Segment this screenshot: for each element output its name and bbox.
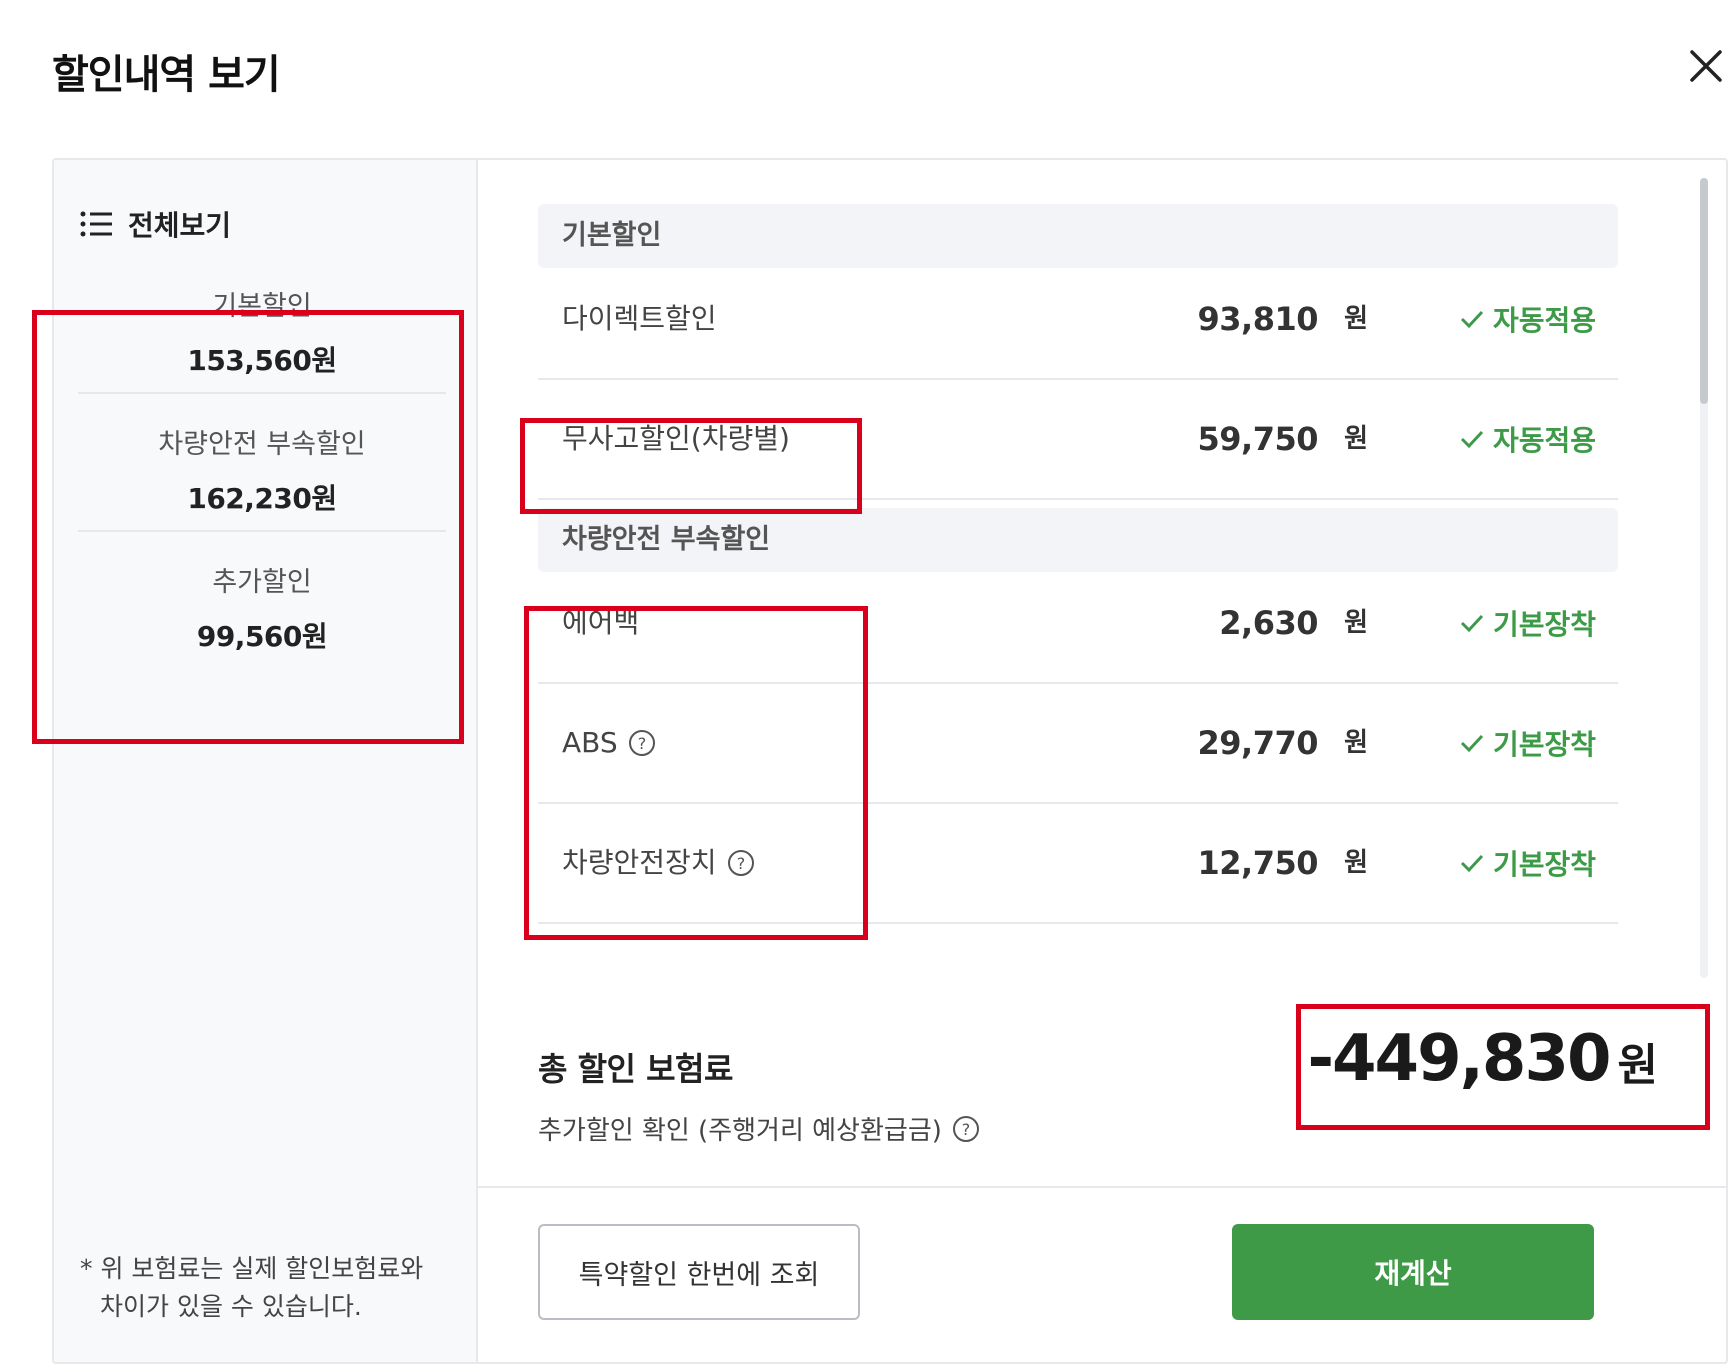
row-unit: 원 (1344, 608, 1368, 638)
row-name: 에어백 (562, 606, 640, 639)
check-icon (1460, 430, 1484, 449)
summary-safety-discount[interactable]: 차량안전 부속할인 162,230원 (78, 422, 446, 517)
total-value: -449,830 원 (1307, 1022, 1658, 1096)
recalculate-button[interactable]: 재계산 (1232, 1224, 1594, 1320)
summary-value: 153,560원 (187, 344, 337, 377)
svg-text:?: ? (736, 854, 745, 873)
status-badge: 기본장착 (1459, 684, 1596, 802)
svg-text:?: ? (637, 734, 646, 753)
section-basic-discount: 기본할인 (538, 204, 1618, 268)
view-all-label: 전체보기 (128, 209, 232, 242)
status-label: 기본장착 (1492, 848, 1596, 881)
row-name: 무사고할인(차량별) (562, 422, 790, 455)
row-name-text: ABS (562, 726, 618, 759)
summary-label: 기본할인 (212, 291, 312, 322)
row-amount: 12,750 (1197, 844, 1319, 882)
check-icon (1460, 854, 1484, 873)
row-amount: 2,630 (1219, 604, 1318, 642)
help-icon[interactable]: ? (628, 729, 656, 757)
check-icon (1460, 734, 1484, 753)
summary-value: 99,560원 (196, 620, 328, 653)
row-unit: 원 (1344, 728, 1368, 758)
status-label: 기본장착 (1492, 608, 1596, 641)
table-row: 무사고할인(차량별) 59,750 원 자동적용 (538, 380, 1618, 500)
close-icon[interactable] (1686, 46, 1726, 86)
row-unit: 원 (1344, 424, 1368, 454)
table-row: 차량안전장치 ? 12,750 원 기본장착 (538, 804, 1618, 924)
total-amount: -449,830 (1307, 1022, 1611, 1096)
note-line: 차이가 있을 수 있습니다. (100, 1292, 362, 1321)
summary-value: 162,230원 (187, 482, 337, 515)
status-badge: 기본장착 (1459, 564, 1596, 682)
extra-check-label: 추가할인 확인 (주행거리 예상환급금) (538, 1116, 942, 1146)
row-name: 차량안전장치 ? (562, 804, 755, 922)
row-unit: 원 (1344, 848, 1368, 878)
total-unit: 원 (1617, 1040, 1658, 1091)
disclaimer-note: * 위 보험료는 실제 할인보험료와 차이가 있을 수 있습니다. (80, 1250, 423, 1326)
status-label: 자동적용 (1492, 424, 1596, 457)
section-safety-discount: 차량안전 부속할인 (538, 508, 1618, 572)
scrollbar-thumb[interactable] (1700, 178, 1708, 404)
discount-panel: 전체보기 기본할인 153,560원 차량안전 부속할인 162,230원 추가… (52, 158, 1728, 1364)
check-icon (1460, 614, 1484, 633)
help-icon[interactable]: ? (727, 849, 755, 877)
view-all-button[interactable]: 전체보기 (80, 204, 231, 244)
note-line: * 위 보험료는 실제 할인보험료와 (80, 1254, 424, 1283)
status-badge: 기본장착 (1459, 804, 1596, 922)
summary-label: 차량안전 부속할인 (158, 429, 366, 460)
list-icon (80, 211, 112, 237)
status-badge: 자동적용 (1459, 260, 1596, 378)
status-label: 자동적용 (1492, 304, 1596, 337)
row-unit: 원 (1344, 304, 1368, 334)
row-name: ABS ? (562, 684, 656, 802)
divider (478, 1186, 1726, 1188)
row-name-text: 차량안전장치 (562, 846, 717, 879)
lookup-button[interactable]: 특약할인 한번에 조회 (538, 1224, 860, 1320)
row-name: 다이렉트할인 (562, 302, 717, 335)
table-row: 에어백 2,630 원 기본장착 (538, 564, 1618, 684)
status-label: 기본장착 (1492, 728, 1596, 761)
divider (78, 530, 446, 532)
row-amount: 93,810 (1197, 300, 1319, 338)
row-amount: 29,770 (1197, 724, 1319, 762)
summary-basic-discount[interactable]: 기본할인 153,560원 (78, 284, 446, 379)
dialog-title: 할인내역 보기 (52, 52, 281, 98)
table-row: ABS ? 29,770 원 기본장착 (538, 684, 1618, 804)
extra-discount-check-link[interactable]: 추가할인 확인 (주행거리 예상환급금) ? (538, 1110, 980, 1147)
help-icon[interactable]: ? (952, 1115, 980, 1143)
svg-text:?: ? (962, 1120, 971, 1139)
table-row: 다이렉트할인 93,810 원 자동적용 (538, 260, 1618, 380)
discount-detail: 기본할인 다이렉트할인 93,810 원 자동적용 무사고할인(차량별) 59,… (478, 160, 1726, 1362)
summary-extra-discount[interactable]: 추가할인 99,560원 (78, 560, 446, 655)
row-amount: 59,750 (1197, 420, 1319, 458)
total-label: 총 할인 보험료 (538, 1050, 733, 1088)
check-icon (1460, 310, 1484, 329)
summary-label: 추가할인 (212, 567, 312, 598)
status-badge: 자동적용 (1459, 380, 1596, 498)
sidebar: 전체보기 기본할인 153,560원 차량안전 부속할인 162,230원 추가… (54, 160, 478, 1362)
divider (78, 392, 446, 394)
